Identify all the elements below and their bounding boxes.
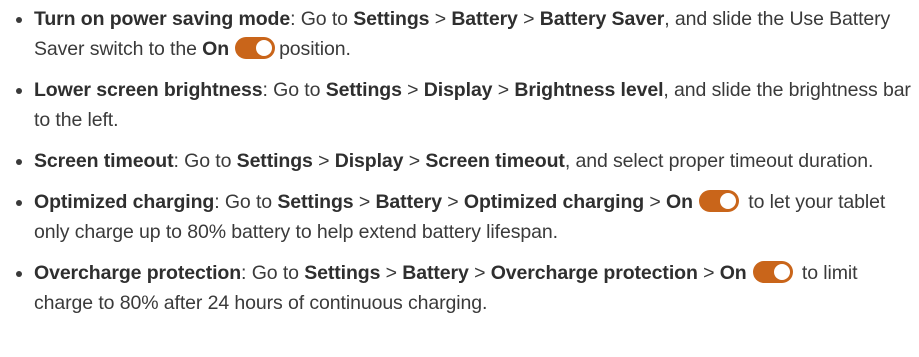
path-step: Brightness level <box>514 79 664 101</box>
switch-label: On <box>202 38 230 60</box>
path-step: Battery <box>402 262 469 284</box>
toggle-on-icon <box>698 190 739 212</box>
tip-screen-timeout: Screen timeout: Go to Settings > Display… <box>16 146 911 176</box>
toggle-on-icon <box>235 37 276 59</box>
tip-title: Screen timeout <box>34 150 174 172</box>
tip-intro: Go to <box>273 79 321 101</box>
tip-optimized-charging: Optimized charging: Go to Settings > Bat… <box>16 187 911 247</box>
tip-intro: Go to <box>224 191 273 213</box>
bullet <box>16 200 22 206</box>
path-step: Battery <box>375 191 442 213</box>
bullet <box>16 159 22 165</box>
tip-title: Lower screen brightness <box>34 79 263 101</box>
tip-lower-brightness: Lower screen brightness: Go to Settings … <box>16 75 911 135</box>
path-step: Optimized charging <box>463 191 645 213</box>
path-step: Settings <box>304 262 381 284</box>
path-step: Screen timeout <box>425 150 565 172</box>
bullet <box>16 88 22 94</box>
bullet <box>16 17 22 23</box>
path-step: Overcharge protection <box>490 262 698 284</box>
battery-tips-list: Turn on power saving mode: Go to Setting… <box>16 4 911 318</box>
path-step: Battery Saver <box>539 8 665 30</box>
tip-intro: Go to <box>251 262 299 284</box>
tip-text: position. <box>279 38 351 60</box>
tip-power-saving-mode: Turn on power saving mode: Go to Setting… <box>16 4 911 64</box>
tip-title: Optimized charging <box>34 191 215 213</box>
toggle-knob <box>719 193 736 209</box>
tip-text: , and select proper timeout duration. <box>564 150 874 172</box>
tip-intro: Go to <box>184 150 232 172</box>
switch-label: On <box>719 262 747 284</box>
tip-overcharge-protection: Overcharge protection: Go to Settings > … <box>16 258 911 318</box>
tip-intro: Go to <box>300 8 348 30</box>
path-step: Display <box>423 79 493 101</box>
toggle-knob <box>773 264 790 280</box>
toggle-knob <box>256 40 273 56</box>
bullet <box>16 271 22 277</box>
path-step: Settings <box>325 79 402 101</box>
path-step: Settings <box>277 191 354 213</box>
tip-title: Overcharge protection <box>34 262 242 284</box>
path-step: Settings <box>353 8 430 30</box>
switch-label: On <box>666 191 693 213</box>
path-step: Battery <box>451 8 518 30</box>
path-step: Settings <box>236 150 313 172</box>
tip-title: Turn on power saving mode <box>34 8 291 30</box>
toggle-on-icon <box>752 261 793 283</box>
path-step: Display <box>334 150 404 172</box>
